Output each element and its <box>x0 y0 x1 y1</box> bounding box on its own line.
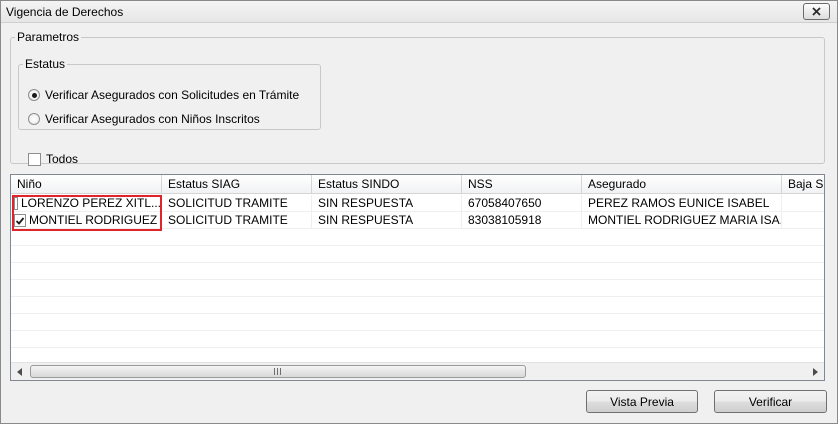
chevron-right-icon <box>812 367 818 376</box>
scroll-left-button[interactable] <box>11 363 28 380</box>
cell-nss: 83038105918 <box>462 212 582 229</box>
empty-row <box>11 246 824 263</box>
row-checkbox[interactable] <box>14 214 26 227</box>
column-header-estatus-sindo[interactable]: Estatus SINDO <box>312 175 462 194</box>
window-title: Vigencia de Derechos <box>6 5 124 19</box>
checkbox[interactable] <box>28 152 41 166</box>
close-button[interactable] <box>803 3 830 20</box>
empty-row <box>11 263 824 280</box>
radio-ninos-inscritos[interactable]: Verificar Asegurados con Niños Inscritos <box>28 112 260 126</box>
row-checkbox[interactable] <box>14 197 18 210</box>
scrollbar-thumb[interactable] <box>30 365 526 378</box>
column-header-baja[interactable]: Baja SII <box>782 175 824 194</box>
cell-estatus-siag: SOLICITUD TRAMITE <box>162 195 312 212</box>
cell-nino: LORENZO PEREZ XITL... <box>11 195 162 212</box>
horizontal-scrollbar[interactable] <box>11 362 824 380</box>
cell-asegurado: PEREZ RAMOS EUNICE ISABEL <box>582 195 782 212</box>
title-bar: Vigencia de Derechos <box>1 1 837 23</box>
grid-header: Niño Estatus SIAG Estatus SINDO NSS Aseg… <box>11 175 824 194</box>
radio-label: Verificar Asegurados con Niños Inscritos <box>45 112 260 126</box>
empty-row <box>11 280 824 297</box>
grip-icon <box>274 368 282 375</box>
empty-row <box>11 297 824 314</box>
cell-estatus-siag: SOLICITUD TRAMITE <box>162 212 312 229</box>
window: Vigencia de Derechos Parametros Estatus … <box>0 0 838 424</box>
column-header-nss[interactable]: NSS <box>462 175 582 194</box>
cell-estatus-sindo: SIN RESPUESTA <box>312 212 462 229</box>
nino-name: LORENZO PEREZ XITL... <box>20 196 161 210</box>
radio-button[interactable] <box>28 113 40 125</box>
parametros-legend: Parametros <box>17 30 80 44</box>
empty-row <box>11 314 824 331</box>
cell-estatus-sindo: SIN RESPUESTA <box>312 195 462 212</box>
chevron-left-icon <box>16 367 22 376</box>
radio-button-selected[interactable] <box>28 89 40 101</box>
radio-label: Verificar Asegurados con Solicitudes en … <box>45 88 300 102</box>
parametros-group: Parametros Estatus Verificar Asegurados … <box>10 30 825 166</box>
column-header-asegurado[interactable]: Asegurado <box>582 175 782 194</box>
table-row[interactable]: MONTIEL RODRIGUEZ ... SOLICITUD TRAMITE … <box>11 212 824 229</box>
estatus-legend: Estatus <box>25 57 66 71</box>
verificar-button[interactable]: Verificar <box>714 390 827 413</box>
todos-label: Todos <box>46 152 79 166</box>
cell-asegurado: MONTIEL RODRIGUEZ MARIA ISA... <box>582 212 782 229</box>
empty-row <box>11 229 824 246</box>
cell-baja <box>782 195 824 212</box>
results-grid[interactable]: Niño Estatus SIAG Estatus SINDO NSS Aseg… <box>10 174 825 381</box>
radio-solicitudes-tramite[interactable]: Verificar Asegurados con Solicitudes en … <box>28 88 299 102</box>
cell-nss: 67058407650 <box>462 195 582 212</box>
cell-nino: MONTIEL RODRIGUEZ ... <box>11 212 162 229</box>
scroll-right-button[interactable] <box>806 363 823 380</box>
check-icon <box>15 216 25 225</box>
column-header-estatus-siag[interactable]: Estatus SIAG <box>162 175 312 194</box>
empty-row <box>11 331 824 348</box>
close-icon <box>812 7 821 16</box>
vista-previa-button[interactable]: Vista Previa <box>586 390 698 413</box>
table-row[interactable]: LORENZO PEREZ XITL... SOLICITUD TRAMITE … <box>11 195 824 212</box>
column-header-nino[interactable]: Niño <box>11 175 162 194</box>
nino-name: MONTIEL RODRIGUEZ ... <box>29 213 162 227</box>
todos-checkbox[interactable]: Todos <box>28 152 78 166</box>
cell-baja <box>782 212 824 229</box>
